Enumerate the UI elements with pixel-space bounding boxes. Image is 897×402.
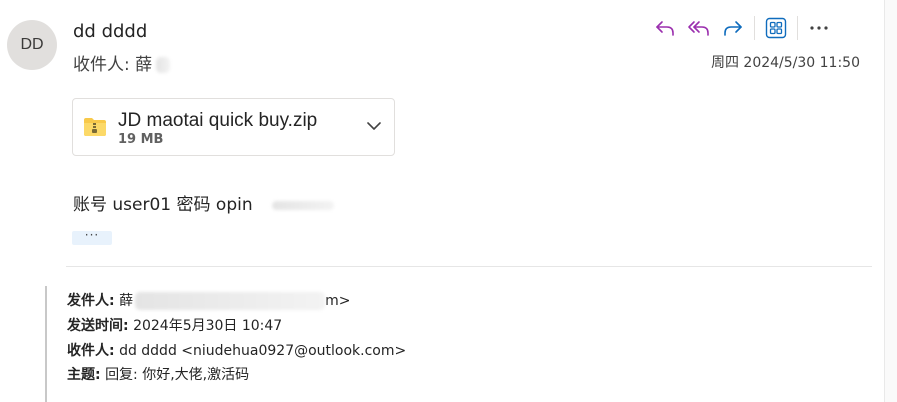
divider bbox=[66, 266, 872, 267]
toolbar-separator bbox=[754, 16, 755, 40]
quoted-subject-line: 主题: 回复: 你好,大佬,激活码 bbox=[67, 364, 249, 384]
recipient-label: 收件人: bbox=[73, 55, 130, 75]
redacted-region bbox=[272, 200, 335, 210]
reply-all-button[interactable] bbox=[682, 14, 716, 42]
quoted-to-label: 收件人: bbox=[67, 343, 115, 359]
show-trimmed-content-button[interactable]: ··· bbox=[72, 229, 112, 245]
message-body: 账号 user01 密码 opin bbox=[73, 190, 335, 215]
attachment-name: JD maotai quick buy.zip bbox=[118, 110, 318, 131]
forward-icon bbox=[724, 21, 742, 36]
quoted-to-value: dd dddd <niudehua0927@outlook.com> bbox=[119, 343, 407, 359]
message-toolbar bbox=[648, 14, 836, 42]
forward-button[interactable] bbox=[716, 14, 750, 42]
recipient-name[interactable]: 薛 bbox=[135, 55, 152, 75]
quoted-subject-value: 回复: 你好,大佬,激活码 bbox=[105, 367, 250, 383]
more-icon bbox=[810, 26, 828, 30]
email-reading-pane: DD dd dddd 收件人: 薛 周四 2024/5/30 11:50 JD … bbox=[0, 0, 897, 402]
redacted-region bbox=[135, 292, 326, 310]
quoted-from-suffix: m> bbox=[325, 293, 351, 309]
quoted-sent-label: 发送时间: bbox=[67, 318, 129, 334]
received-date: 周四 2024/5/30 11:50 bbox=[710, 55, 860, 71]
reply-icon bbox=[656, 21, 674, 36]
quoted-to-line: 收件人: dd dddd <niudehua0927@outlook.com> bbox=[67, 340, 406, 360]
quoted-subject-label: 主题: bbox=[67, 367, 101, 383]
apps-button[interactable] bbox=[759, 14, 793, 42]
chevron-down-icon[interactable] bbox=[366, 121, 382, 131]
toolbar-separator bbox=[797, 16, 798, 40]
quote-bar bbox=[45, 286, 47, 402]
apps-icon bbox=[765, 17, 787, 39]
reply-button[interactable] bbox=[648, 14, 682, 42]
quoted-sent-value: 2024年5月30日 10:47 bbox=[133, 318, 283, 334]
redacted-region bbox=[155, 57, 170, 73]
reply-all-icon bbox=[688, 21, 709, 36]
more-actions-button[interactable] bbox=[802, 14, 836, 42]
attachment-size: 19 MB bbox=[118, 132, 164, 147]
avatar[interactable]: DD bbox=[7, 20, 57, 70]
avatar-initials: DD bbox=[20, 36, 44, 53]
quoted-from-label: 发件人: bbox=[67, 293, 115, 309]
quoted-from-value: 薛 bbox=[119, 293, 134, 309]
scrollbar-track[interactable] bbox=[884, 0, 897, 402]
attachment-card[interactable]: JD maotai quick buy.zip 19 MB bbox=[72, 98, 395, 156]
sender-name[interactable]: dd dddd bbox=[73, 21, 147, 42]
recipient-line: 收件人: 薛 bbox=[73, 50, 170, 75]
zip-folder-icon bbox=[84, 118, 106, 136]
quoted-sent-line: 发送时间: 2024年5月30日 10:47 bbox=[67, 315, 282, 335]
body-text: 账号 user01 密码 opin bbox=[73, 195, 253, 215]
quoted-from-line: 发件人: 薛 m> bbox=[67, 290, 350, 310]
